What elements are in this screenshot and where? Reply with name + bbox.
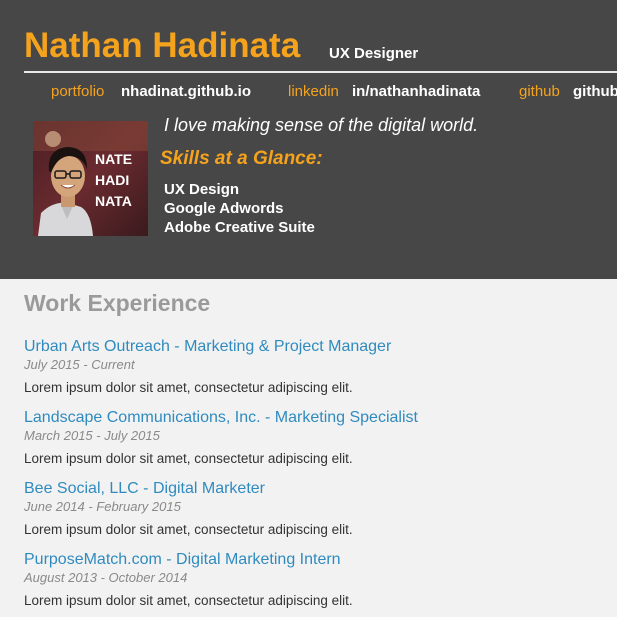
linkedin-link[interactable]: in/nathanhadinata xyxy=(352,83,480,100)
job-title-link[interactable]: Urban Arts Outreach - Marketing & Projec… xyxy=(24,338,391,356)
portfolio-link[interactable]: nhadinat.github.io xyxy=(121,83,251,100)
job-description: Lorem ipsum dolor sit amet, consectetur … xyxy=(24,593,353,608)
skills-heading: Skills at a Glance: xyxy=(160,148,323,169)
photo-text-1: NATE xyxy=(95,151,132,167)
job-description: Lorem ipsum dolor sit amet, consectetur … xyxy=(24,522,353,537)
job-dates: March 2015 - July 2015 xyxy=(24,428,160,443)
work-experience-heading: Work Experience xyxy=(24,290,211,316)
skill-item: Adobe Creative Suite xyxy=(164,219,315,236)
avatar: NATE HADI NATA xyxy=(33,121,148,236)
job-title-link[interactable]: Landscape Communications, Inc. - Marketi… xyxy=(24,409,418,427)
photo-text-3: NATA xyxy=(95,193,132,209)
job-description: Lorem ipsum dolor sit amet, consectetur … xyxy=(24,380,353,395)
linkedin-label: linkedin xyxy=(288,83,339,100)
job-dates: July 2015 - Current xyxy=(24,357,135,372)
job-dates: August 2013 - October 2014 xyxy=(24,570,188,585)
job-title-link[interactable]: Bee Social, LLC - Digital Marketer xyxy=(24,480,265,498)
skill-item: UX Design xyxy=(164,181,240,198)
photo-text-2: HADI xyxy=(95,172,129,188)
skill-item: Google Adwords xyxy=(164,200,284,217)
divider xyxy=(24,71,617,73)
tagline: I love making sense of the digital world… xyxy=(164,115,479,135)
github-label: github xyxy=(519,83,560,100)
job-role: UX Designer xyxy=(329,45,419,62)
job-dates: June 2014 - February 2015 xyxy=(24,499,181,514)
job-title-link[interactable]: PurposeMatch.com - Digital Marketing Int… xyxy=(24,551,341,569)
job-description: Lorem ipsum dolor sit amet, consectetur … xyxy=(24,451,353,466)
page-title: Nathan Hadinata xyxy=(24,26,301,65)
header: Nathan Hadinata UX Designer portfolio nh… xyxy=(0,0,617,279)
portfolio-label: portfolio xyxy=(51,83,105,100)
github-link[interactable]: github xyxy=(573,83,617,100)
